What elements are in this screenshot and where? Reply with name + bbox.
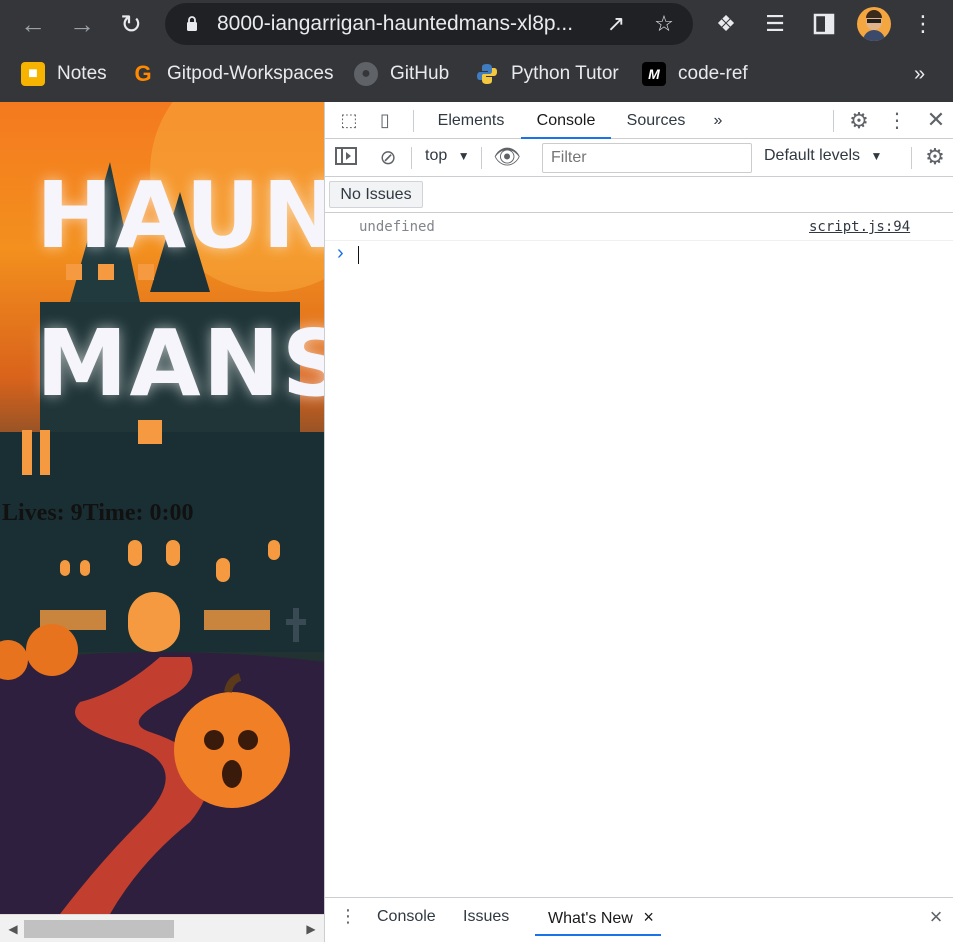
python-icon	[475, 62, 499, 86]
devtools-tab-bar: ⬚ ▯ Elements Console Sources » ⚙ ⋮ ✕	[325, 102, 953, 139]
drawer-tab-bar: ⋮ Console Issues What's New × ×	[325, 897, 953, 936]
forward-arrow-icon[interactable]: →	[65, 8, 99, 40]
divider	[411, 147, 412, 169]
bookmark-code-ref[interactable]: M code-ref	[642, 60, 748, 88]
browser-chrome: ← → ↻ 8000-iangarrigan-hauntedmans-xl8p.…	[0, 0, 953, 102]
text-cursor	[358, 246, 359, 264]
tab-sources[interactable]: Sources	[615, 102, 697, 139]
console-filter-input[interactable]	[542, 143, 752, 173]
divider	[481, 147, 482, 169]
device-toolbar-icon[interactable]: ▯	[375, 110, 395, 131]
log-source-link[interactable]: script.js:94	[809, 219, 910, 235]
bookmark-notes[interactable]: ■ Notes	[21, 60, 107, 88]
console-prompt-row[interactable]: ›	[325, 242, 953, 268]
clear-console-icon[interactable]: ⊘	[377, 145, 399, 170]
drawer-tab-console[interactable]: Console	[377, 898, 436, 936]
console-settings-gear-icon[interactable]: ⚙	[923, 144, 947, 170]
bookmark-star-icon[interactable]: ☆	[651, 11, 677, 37]
dropdown-arrow-icon: ▼	[457, 149, 470, 163]
reload-icon[interactable]: ↻	[114, 8, 148, 40]
horizontal-scrollbar[interactable]: ◀ ▶	[0, 914, 324, 942]
bookmark-label: code-ref	[678, 63, 748, 84]
notes-icon: ■	[21, 62, 45, 86]
bookmark-label: Notes	[57, 63, 107, 84]
dropdown-arrow-icon: ▼	[870, 149, 883, 163]
live-expression-eye-icon[interactable]: 👁	[493, 144, 521, 170]
bookmark-gitpod[interactable]: G Gitpod-Workspaces	[131, 60, 334, 88]
scroll-left-icon[interactable]: ◀	[6, 921, 20, 937]
drawer-tab-label: What's New	[548, 910, 633, 927]
bookmark-github[interactable]: ● GitHub	[354, 60, 449, 88]
sidebar-toggle-icon[interactable]	[335, 147, 357, 170]
log-levels-dropdown[interactable]: Default levels ▼	[764, 147, 882, 165]
browser-menu-icon[interactable]: ⋮	[908, 9, 938, 39]
log-message: undefined	[359, 219, 435, 235]
bookmarks-bar: ■ Notes G Gitpod-Workspaces ● GitHub Pyt…	[0, 48, 953, 102]
console-log-entry: undefined script.js:94	[325, 213, 953, 241]
github-icon: ●	[354, 62, 378, 86]
no-issues-button[interactable]: No Issues	[329, 181, 423, 208]
drawer-tab-whats-new[interactable]: What's New ×	[535, 898, 661, 936]
game-title-line-1: HAUN	[36, 162, 324, 269]
bookmarks-overflow-button[interactable]: »	[914, 60, 925, 88]
devtools-menu-icon[interactable]: ⋮	[887, 108, 907, 133]
scroll-right-icon[interactable]: ▶	[304, 921, 318, 937]
devtools-panel: ⬚ ▯ Elements Console Sources » ⚙ ⋮ ✕ ⊘ t…	[324, 102, 953, 942]
media-queue-icon[interactable]: ☰	[760, 9, 790, 39]
lives-time-hud: Lives: 9Time: 0:00	[2, 500, 194, 526]
divider	[911, 147, 912, 169]
tab-console[interactable]: Console	[521, 102, 611, 139]
url-text[interactable]: 8000-iangarrigan-hauntedmans-xl8p...	[217, 12, 597, 36]
bookmark-label: Python Tutor	[511, 63, 619, 84]
bookmark-label: Gitpod-Workspaces	[167, 63, 334, 84]
share-icon[interactable]: ↗	[603, 11, 629, 37]
context-label: top	[425, 147, 448, 164]
drawer-menu-icon[interactable]: ⋮	[339, 906, 357, 927]
game-viewport: HAUN MANS Lives: 9Time: 0:00	[0, 102, 324, 914]
gitpod-icon: G	[134, 61, 152, 86]
tab-elements[interactable]: Elements	[425, 102, 517, 139]
issues-bar: No Issues	[325, 177, 953, 213]
divider	[413, 110, 414, 132]
side-panel-icon[interactable]	[809, 9, 839, 39]
log-levels-label: Default levels	[764, 147, 861, 164]
drawer-tab-issues[interactable]: Issues	[463, 898, 509, 936]
bookmark-python-tutor[interactable]: Python Tutor	[475, 60, 619, 88]
console-toolbar: ⊘ top ▼ 👁 Default levels ▼ ⚙	[325, 139, 953, 177]
scrollbar-thumb[interactable]	[24, 920, 174, 938]
address-bar[interactable]: 8000-iangarrigan-hauntedmans-xl8p... ↗ ☆	[165, 3, 693, 45]
code-ref-icon: M	[642, 62, 666, 86]
more-tabs-button[interactable]: »	[705, 102, 731, 139]
extensions-puzzle-icon[interactable]: ❖	[711, 9, 741, 39]
close-tab-icon[interactable]: ×	[643, 907, 654, 927]
profile-avatar[interactable]	[857, 7, 891, 41]
divider	[833, 110, 834, 132]
settings-gear-icon[interactable]: ⚙	[847, 108, 871, 134]
prompt-chevron-icon: ›	[337, 242, 344, 264]
game-title-line-2: MANS	[36, 310, 324, 417]
lock-icon	[187, 16, 197, 31]
context-selector[interactable]: top ▼	[425, 147, 470, 165]
bookmark-label: GitHub	[390, 63, 450, 84]
inspect-element-icon[interactable]: ⬚	[339, 110, 359, 131]
back-arrow-icon[interactable]: ←	[16, 8, 50, 40]
close-devtools-icon[interactable]: ✕	[925, 107, 947, 133]
browser-toolbar: ← → ↻ 8000-iangarrigan-hauntedmans-xl8p.…	[0, 0, 953, 48]
close-drawer-icon[interactable]: ×	[925, 904, 947, 930]
